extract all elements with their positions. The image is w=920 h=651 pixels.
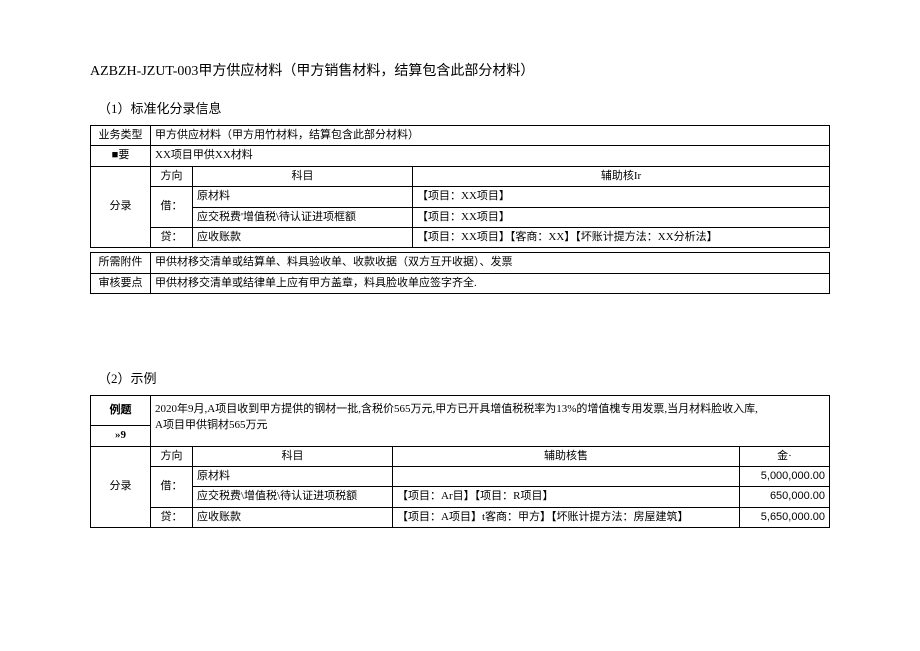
- example-line1: 2020年9月,A项目收到甲方提供的钢材一批,含税价565万元,甲方已开具增值税…: [155, 402, 825, 417]
- table-row: 审核要点 甲供材移交清单或结律单上应有甲方盖章，料具脸收单应签字齐全.: [91, 273, 830, 293]
- attach-label: 所需附件: [91, 253, 151, 273]
- table-row: 应交税费'增值税\待认证进项框额 【项目：XX项目】: [91, 207, 830, 227]
- summary-label: ■要: [91, 146, 151, 166]
- biztype-value: 甲方供应材料（甲方用竹材料，结算包含此部分材料）: [151, 126, 830, 146]
- attach-value: 甲供材移交清单或结算单、料具验收单、收款收据（双方互开收据）、发票: [151, 253, 830, 273]
- section1-heading: （1）标准化分录信息: [98, 98, 830, 117]
- subject-cell: 应收账款: [193, 227, 413, 247]
- amount-cell: 5,000,000.00: [740, 466, 830, 486]
- debit-label: 借：: [151, 187, 193, 228]
- aux-cell: 【项目：XX项目】: [413, 207, 830, 227]
- aux-cell: 【项目：A项目】t客商：甲方】【坏账计提方法：房屋建筑】: [393, 507, 740, 527]
- table-row: 贷： 应收账款 【项目：A项目】t客商：甲方】【坏账计提方法：房屋建筑】 5,6…: [91, 507, 830, 527]
- aux-cell: 【项目：XX项目】【客商：XX】【坏账计提方法：XX分析法】: [413, 227, 830, 247]
- amount-cell: 650,000.00: [740, 487, 830, 507]
- aux-cell: 【项目：Ar目】【项目：R项目】: [393, 487, 740, 507]
- header-subject: 科目: [193, 166, 413, 186]
- header-subject: 科目: [193, 446, 393, 466]
- aux-cell: 【项目：XX项目】: [413, 187, 830, 207]
- table-row: ■要 XX项目甲供XX材料: [91, 146, 830, 166]
- header-direction: 方向: [151, 446, 193, 466]
- subject-cell: 应交税费\增值税\待认证进项税额: [193, 487, 393, 507]
- example-line2: A项目甲供铜材565万元: [155, 418, 825, 433]
- example-text: 2020年9月,A项目收到甲方提供的钢材一批,含税价565万元,甲方已开具增值税…: [151, 396, 830, 446]
- table-row: 借： 原材料 5,000,000.00: [91, 466, 830, 486]
- table-row: 分录 方向 科目 辅助核售 金·: [91, 446, 830, 466]
- table-row: 贷： 应收账款 【项目：XX项目】【客商：XX】【坏账计提方法：XX分析法】: [91, 227, 830, 247]
- subject-cell: 应收账款: [193, 507, 393, 527]
- entry-label: 分录: [91, 166, 151, 248]
- biztype-label: 业务类型: [91, 126, 151, 146]
- debit-label: 借：: [151, 466, 193, 507]
- table-row: 应交税费\增值税\待认证进项税额 【项目：Ar目】【项目：R项目】 650,00…: [91, 487, 830, 507]
- subject-cell: 原材料: [193, 187, 413, 207]
- audit-label: 审核要点: [91, 273, 151, 293]
- header-amount: 金·: [740, 446, 830, 466]
- section1-table: 业务类型 甲方供应材料（甲方用竹材料，结算包含此部分材料） ■要 XX项目甲供X…: [90, 125, 830, 248]
- section2-heading: （2）示例: [98, 368, 830, 387]
- credit-label: 贷：: [151, 507, 193, 527]
- section1-table-2: 所需附件 甲供材移交清单或结算单、料具验收单、收款收据（双方互开收据）、发票 审…: [90, 252, 830, 294]
- subject-cell: 原材料: [193, 466, 393, 486]
- entry-label: 分录: [91, 446, 151, 528]
- aux-cell: [393, 466, 740, 486]
- subject-cell: 应交税费'增值税\待认证进项框额: [193, 207, 413, 227]
- table-row: 借： 原材料 【项目：XX项目】: [91, 187, 830, 207]
- doc-title: AZBZH-JZUT-003甲方供应材料（甲方销售材料，结算包含此部分材料）: [90, 60, 830, 80]
- table-row: 所需附件 甲供材移交清单或结算单、料具验收单、收款收据（双方互开收据）、发票: [91, 253, 830, 273]
- audit-value: 甲供材移交清单或结律单上应有甲方盖章，料具脸收单应签字齐全.: [151, 273, 830, 293]
- summary-value: XX项目甲供XX材料: [151, 146, 830, 166]
- header-aux: 辅助核Ir: [413, 166, 830, 186]
- example-num: »9: [91, 426, 151, 446]
- credit-label: 贷：: [151, 227, 193, 247]
- header-direction: 方向: [151, 166, 193, 186]
- table-row: 业务类型 甲方供应材料（甲方用竹材料，结算包含此部分材料）: [91, 126, 830, 146]
- section2-table: 例题 2020年9月,A项目收到甲方提供的钢材一批,含税价565万元,甲方已开具…: [90, 395, 830, 528]
- amount-cell: 5,650,000.00: [740, 507, 830, 527]
- table-row: 例题 2020年9月,A项目收到甲方提供的钢材一批,含税价565万元,甲方已开具…: [91, 396, 830, 426]
- table-row: 分录 方向 科目 辅助核Ir: [91, 166, 830, 186]
- example-label: 例题: [91, 396, 151, 426]
- header-aux: 辅助核售: [393, 446, 740, 466]
